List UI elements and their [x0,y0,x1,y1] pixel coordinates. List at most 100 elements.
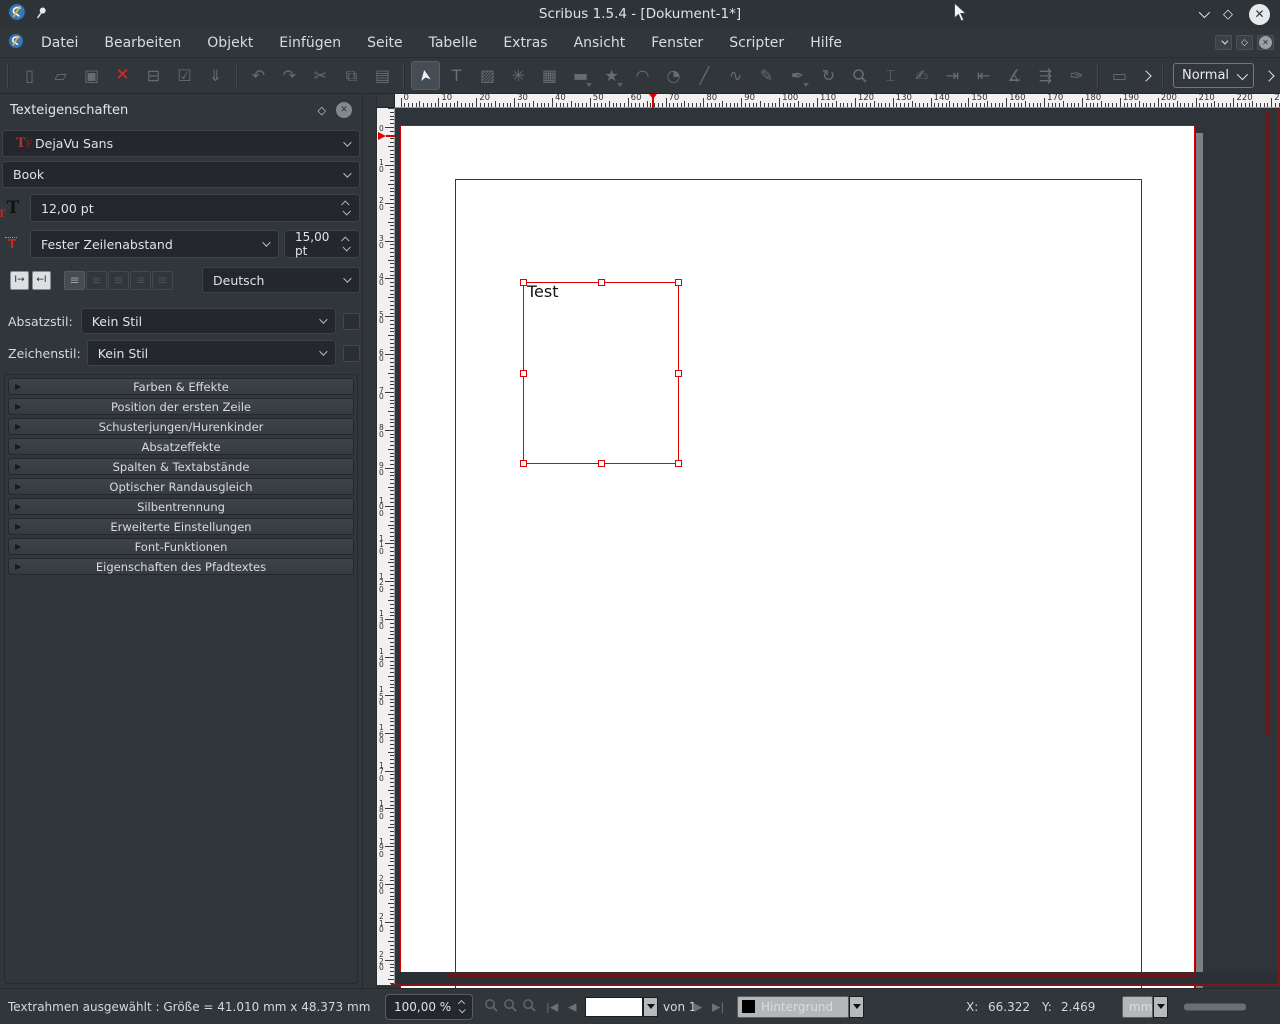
rotate-item-tool[interactable]: ↻ [814,61,843,90]
menu-datei[interactable]: Datei [28,28,91,58]
line-spacing-spinner[interactable]: 15,00 pt [284,230,360,258]
mdi-close-button[interactable]: ✕ [1257,35,1274,50]
align-force-justify-button[interactable]: ≡ [152,270,173,290]
page-number-dropdown-button[interactable] [643,996,658,1017]
close-button[interactable]: ✕ [1249,3,1270,25]
story-editor-tool[interactable]: ✍ [907,61,936,90]
pushpin-icon[interactable] [34,5,48,24]
scribus-menu-logo-icon[interactable] [8,32,24,53]
ruler-origin-box[interactable] [377,94,395,108]
toolbar-overflow-chevron[interactable] [1258,64,1280,88]
menu-objekt[interactable]: Objekt [194,28,266,58]
resize-handle-e[interactable] [675,370,682,377]
preview-mode-select[interactable]: Normal [1173,63,1255,88]
panel-close-icon[interactable]: ✕ [336,102,352,118]
close-document-button[interactable]: ✕ [108,61,137,90]
resize-handle-w[interactable] [520,370,527,377]
pdf-push-button-tool[interactable]: ▭ [1105,61,1134,90]
insert-text-frame-tool[interactable]: T [442,61,471,90]
eye-dropper-tool[interactable]: ✑ [1062,61,1091,90]
insert-freehand-line-tool[interactable]: ✎ [752,61,781,90]
resize-handle-ne[interactable] [675,279,682,286]
measurements-tool[interactable]: ∡ [1000,61,1029,90]
insert-image-frame-tool[interactable]: ▨ [473,61,502,90]
next-page-button[interactable]: ▶ [694,1000,702,1013]
font-style-select[interactable]: Book [2,161,360,188]
unlink-text-frames-tool[interactable]: ⇤ [969,61,998,90]
undo-button[interactable]: ↶ [244,61,273,90]
print-document-button[interactable]: ⊟ [139,61,168,90]
insert-shape-tool[interactable]: ▬ [566,61,595,90]
export-pdf-button[interactable]: ⇓ [201,61,230,90]
resize-handle-se[interactable] [675,460,682,467]
previous-page-button[interactable]: ◀ [568,1000,576,1013]
expander-schusterjungen-hurenkinder[interactable]: ▶ Schusterjungen/Hurenkinder [8,418,354,435]
paste-button[interactable]: ▤ [368,61,397,90]
insert-polygon-tool[interactable]: ★ [597,61,626,90]
insert-arc-tool[interactable]: ◠ [628,61,657,90]
menu-fenster[interactable]: Fenster [638,28,716,58]
expander-absatzeffekte[interactable]: ▶ Absatzeffekte [8,438,354,455]
zoom-default-icon[interactable] [503,998,518,1016]
paragraph-style-menu-button[interactable] [343,312,360,330]
align-right-button[interactable]: ≡ [108,270,129,290]
select-item-tool[interactable]: ➤ [411,61,440,90]
rtl-direction-button[interactable]: ←I [32,270,51,290]
copy-button[interactable]: ⧉ [337,61,366,90]
layer-select[interactable]: Hintergrund [737,995,849,1018]
zoom-level-spinner[interactable]: 100,00 % [385,993,473,1020]
horizontal-scrollbar[interactable] [448,973,1196,977]
horizontal-ruler[interactable]: 0 10 20 30 40 50 60 70 80 90 100 110 120 130 140 150 160… [395,94,1280,108]
edit-contents-tool[interactable]: ⌶ [876,61,905,90]
expander-erweiterte-einstellungen[interactable]: ▶ Erweiterte Einstellungen [8,518,354,535]
unit-dropdown-button[interactable] [1153,995,1168,1018]
line-spacing-mode-select[interactable]: Fester Zeilenabstand [30,230,279,258]
insert-bezier-curve-tool[interactable]: ∿ [721,61,750,90]
menu-seite[interactable]: Seite [354,28,416,58]
selected-text-frame[interactable]: Test [520,279,682,467]
char-style-menu-button[interactable] [343,344,360,362]
menu-bearbeiten[interactable]: Bearbeiten [91,28,194,58]
panel-float-icon[interactable]: ◇ [318,104,326,117]
expander-eigenschaften-des-pfadtextes[interactable]: ▶ Eigenschaften des Pfadtextes [8,558,354,575]
resize-handle-s[interactable] [598,460,605,467]
align-left-button[interactable]: ≡ [64,270,85,290]
page-number-input[interactable] [585,996,643,1017]
font-family-select[interactable]: TF DejaVu Sans [2,130,360,157]
zoom-in-icon[interactable] [522,998,537,1016]
maximize-button[interactable]: ◇ [1223,7,1233,22]
mdi-maximize-button[interactable]: ◇ [1236,35,1253,50]
expander-farben-effekte[interactable]: ▶ Farben & Effekte [8,378,354,395]
zoom-tool[interactable] [845,61,874,90]
open-document-button[interactable]: ▱ [46,61,75,90]
link-text-frames-tool[interactable]: ⇥ [938,61,967,90]
expander-optischer-randausgleich[interactable]: ▶ Optischer Randausgleich [8,478,354,495]
resize-handle-nw[interactable] [520,279,527,286]
resize-handle-sw[interactable] [520,460,527,467]
insert-table-tool[interactable]: ▦ [535,61,564,90]
insert-calligraphic-line-tool[interactable]: ✒ [783,61,812,90]
cut-button[interactable]: ✂ [306,61,335,90]
vertical-scrollbar[interactable] [1266,112,1269,735]
font-size-spinner[interactable]: 12,00 pt [30,194,360,222]
menu-einf-gen[interactable]: Einfügen [266,28,354,58]
expander-silbentrennung[interactable]: ▶ Silbentrennung [8,498,354,515]
copy-item-properties-tool[interactable]: ⇶ [1031,61,1060,90]
expander-spalten-textabst-nde[interactable]: ▶ Spalten & Textabstände [8,458,354,475]
menu-hilfe[interactable]: Hilfe [797,28,855,58]
document-page[interactable] [400,125,1195,988]
pdf-tools-overflow-chevron[interactable] [1135,64,1157,88]
menu-scripter[interactable]: Scripter [716,28,797,58]
align-justify-button[interactable]: ≡ [130,270,151,290]
expander-position-der-ersten-zeile[interactable]: ▶ Position der ersten Zeile [8,398,354,415]
insert-render-frame-tool[interactable]: ✳ [504,61,533,90]
text-frame-content[interactable]: Test [527,282,559,301]
resize-handle-n[interactable] [598,279,605,286]
minimize-button[interactable] [1198,6,1211,19]
menu-tabelle[interactable]: Tabelle [416,28,491,58]
mdi-restore-button[interactable] [1215,35,1232,50]
ltr-direction-button[interactable]: I→ [10,270,29,290]
panel-splitter[interactable] [363,94,377,988]
zoom-out-icon[interactable] [484,998,499,1016]
save-document-button[interactable]: ▣ [77,61,106,90]
